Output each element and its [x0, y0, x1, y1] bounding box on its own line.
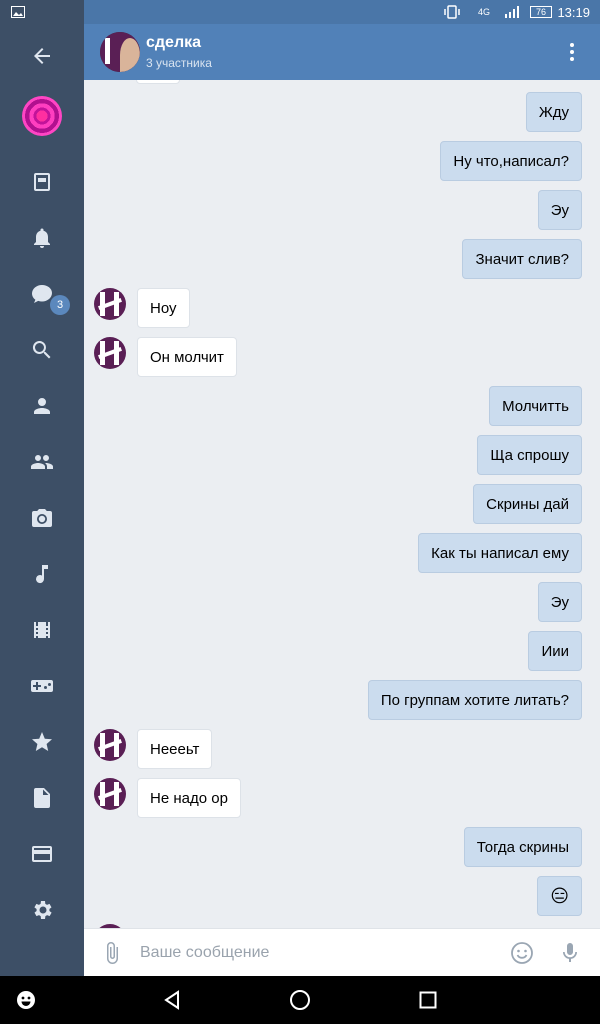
settings-gear-icon[interactable] [22, 890, 62, 930]
partial-message [136, 80, 180, 84]
clock: 13:19 [557, 4, 590, 20]
documents-icon[interactable] [22, 778, 62, 818]
sender-avatar[interactable] [94, 337, 126, 369]
system-nav-bar [0, 976, 600, 1024]
outgoing-message[interactable]: Иии [528, 631, 582, 671]
message-input[interactable] [140, 929, 500, 977]
chat-members-count[interactable]: 3 участника [146, 56, 212, 70]
smiley-status-icon [14, 988, 38, 1012]
back-triangle-icon[interactable] [160, 988, 184, 1012]
messages-badge: 3 [50, 295, 70, 315]
sender-avatar[interactable] [94, 288, 126, 320]
outgoing-message[interactable]: Как ты написал ему [418, 533, 582, 573]
recents-square-icon[interactable] [416, 988, 440, 1012]
photos-camera-icon[interactable] [22, 498, 62, 538]
chat-avatar-logo [105, 38, 110, 64]
outgoing-message[interactable]: Эу [537, 190, 582, 230]
vibrate-icon [442, 0, 462, 24]
notifications-bell-icon[interactable] [22, 218, 62, 258]
payments-card-icon[interactable] [22, 834, 62, 874]
battery-level: 76 [530, 6, 552, 18]
outgoing-message[interactable]: Ща спрошу [477, 435, 582, 475]
incoming-message[interactable]: Не надо ор [137, 778, 241, 818]
outgoing-message[interactable]: Ну что,написал? [440, 141, 582, 181]
outgoing-message[interactable]: Значит слив? [462, 239, 582, 279]
status-bar: 4G 76 13:19 [0, 0, 600, 24]
outgoing-emoji-message[interactable]: 😑 [537, 876, 582, 916]
outgoing-message[interactable]: Жду [525, 92, 582, 132]
message-composer [84, 928, 600, 977]
gallery-notification-icon [8, 0, 28, 24]
communities-icon[interactable] [22, 442, 62, 482]
chat-header: сделка 3 участника [84, 24, 600, 80]
videos-icon[interactable] [22, 610, 62, 650]
outgoing-message[interactable]: Скрины дай [473, 484, 582, 524]
chat-avatar[interactable] [100, 32, 140, 72]
back-arrow-icon[interactable] [22, 36, 62, 76]
more-menu-icon[interactable] [560, 40, 584, 64]
user-avatar-image [22, 96, 62, 136]
incoming-message[interactable]: Он молчит [137, 337, 237, 377]
attach-paperclip-icon[interactable] [100, 941, 124, 965]
signal-icon [502, 0, 522, 24]
status-bar-right-bg [84, 0, 600, 24]
sender-avatar[interactable] [94, 778, 126, 810]
search-icon[interactable] [22, 330, 62, 370]
outgoing-message[interactable]: Молчитть [489, 386, 582, 426]
incoming-message[interactable]: Ноу [137, 288, 190, 328]
sidebar: 3 [0, 24, 84, 976]
bookmarks-star-icon[interactable] [22, 722, 62, 762]
outgoing-message[interactable]: По группам хотите литать? [367, 680, 582, 720]
games-gamepad-icon[interactable] [22, 666, 62, 706]
news-icon[interactable] [22, 162, 62, 202]
chat-title: сделка [146, 34, 202, 51]
profile-avatar[interactable] [22, 96, 62, 136]
friends-icon[interactable] [22, 386, 62, 426]
chat-avatar-face [120, 38, 140, 72]
music-icon[interactable] [22, 554, 62, 594]
emoji-smile-icon[interactable] [510, 941, 534, 965]
outgoing-message[interactable]: Эу [537, 582, 582, 622]
home-circle-icon[interactable] [288, 988, 312, 1012]
incoming-message[interactable]: Неееьт [137, 729, 213, 769]
network-type: 4G [477, 7, 490, 17]
outgoing-message[interactable]: Тогда скрины [463, 827, 582, 867]
battery-icon: 76 [528, 0, 554, 24]
message-list: Жду Ну что,написал? Эу Значит слив? Ноу … [84, 80, 600, 928]
microphone-icon[interactable] [558, 941, 582, 965]
sender-avatar[interactable] [94, 729, 126, 761]
